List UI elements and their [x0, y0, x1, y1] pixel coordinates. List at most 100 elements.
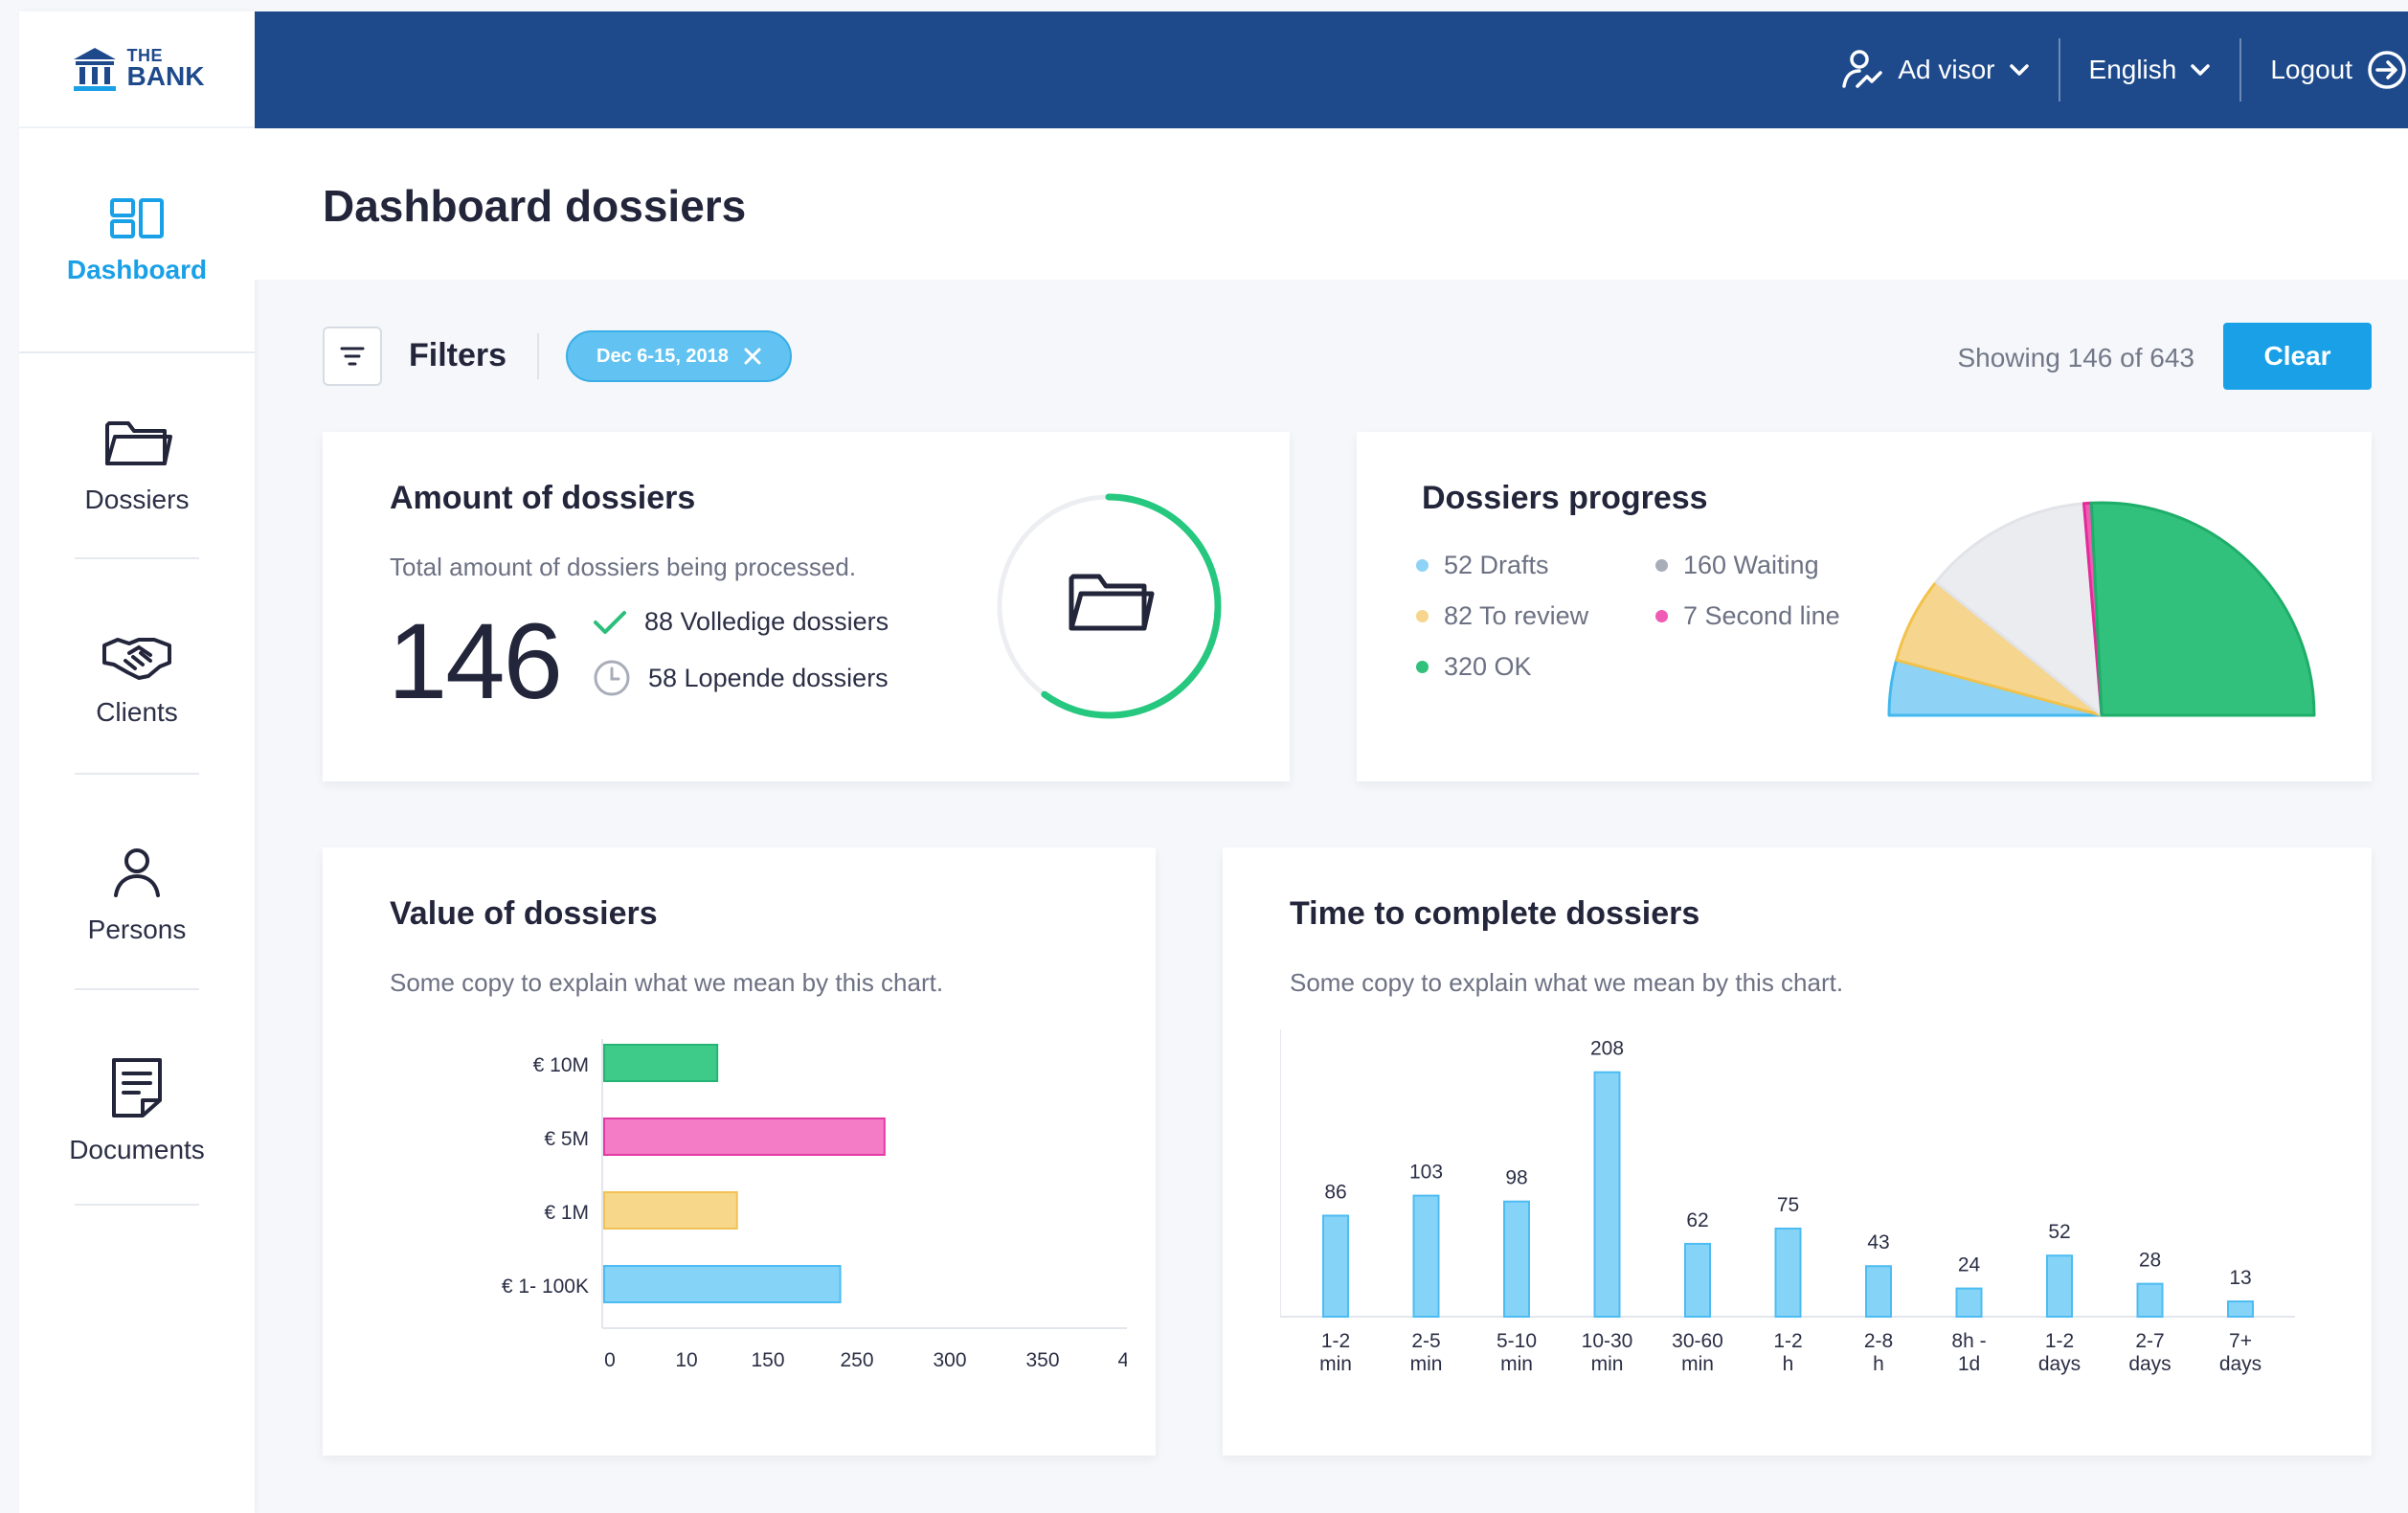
bar-value-label: 98 — [1505, 1167, 1527, 1189]
amount-card: Amount of dossiers Total amount of dossi… — [323, 432, 1290, 781]
legend-second-line: 7 Second line — [1655, 601, 1840, 631]
x-tick-label: 8h - — [1951, 1330, 1986, 1352]
user-menu[interactable]: Ad visor — [1812, 38, 2058, 102]
clock-icon — [594, 660, 630, 696]
value-card: Value of dossiers Some copy to explain w… — [323, 847, 1156, 1456]
results-count: Showing 146 of 643 — [1957, 343, 2194, 373]
x-tick-label: 350 — [1025, 1349, 1059, 1371]
complete-label: 88 Volledige dossiers — [644, 607, 889, 636]
x-tick-label: h — [1873, 1353, 1884, 1375]
x-tick-label: 30-60 — [1672, 1330, 1723, 1352]
x-tick-label: 400 — [1117, 1349, 1127, 1371]
ongoing-stat: 58 Lopende dossiers — [593, 659, 889, 697]
bank-logo[interactable]: THE BANK — [19, 11, 255, 128]
x-tick-label: days — [2219, 1353, 2262, 1375]
legend-dot — [1416, 559, 1429, 572]
bar-value-label: 62 — [1686, 1209, 1708, 1231]
progress-card: Dossiers progress 52 Drafts 160 Waiting … — [1357, 432, 2372, 781]
sidebar: THE BANK Dashboard Dossiers Clients Pers… — [19, 11, 255, 1513]
ongoing-label: 58 Lopende dossiers — [648, 663, 889, 692]
x-tick-label: min — [1681, 1353, 1714, 1375]
legend-dot — [1655, 610, 1668, 622]
bar-value-label: 24 — [1958, 1254, 1981, 1276]
sidebar-item-label: Dashboard — [66, 254, 208, 284]
x-tick-label: min — [1319, 1353, 1352, 1375]
x-tick-label: 1-2 — [1773, 1330, 1802, 1352]
language-label: English — [2088, 55, 2177, 84]
language-menu[interactable]: English — [2060, 38, 2240, 102]
top-bar: Ad visor English Logout — [255, 11, 2408, 128]
progress-title: Dossiers progress — [1422, 480, 1708, 516]
x-tick-label: min — [1500, 1353, 1533, 1375]
legend-waiting: 160 Waiting — [1655, 551, 1819, 580]
x-tick-label: min — [1410, 1353, 1443, 1375]
legend-drafts: 52 Drafts — [1416, 551, 1549, 580]
bar-value-label: 86 — [1324, 1181, 1346, 1203]
time-bar — [1955, 1287, 1983, 1318]
close-icon[interactable] — [744, 348, 761, 365]
x-tick-label: 10 — [675, 1349, 697, 1371]
sidebar-item-dossiers[interactable]: Dossiers — [19, 356, 255, 572]
legend-label: 82 To review — [1444, 601, 1589, 630]
legend-label: 160 Waiting — [1683, 551, 1819, 579]
sidebar-item-label: Documents — [69, 1134, 205, 1164]
date-filter-chip[interactable]: Dec 6-15, 2018 — [566, 330, 792, 382]
bar-value-label: 43 — [1867, 1231, 1889, 1253]
legend-to-review: 82 To review — [1416, 601, 1588, 631]
bar-value-label: 52 — [2048, 1221, 2070, 1243]
x-tick-label: 1-2 — [2045, 1330, 2074, 1352]
advisor-icon — [1842, 50, 1883, 88]
person-icon — [114, 847, 160, 897]
x-tick-label: 2-7 — [2135, 1330, 2164, 1352]
category-label: € 1- 100K — [502, 1276, 589, 1298]
x-tick-label: days — [2038, 1353, 2081, 1375]
legend-dot — [1416, 661, 1429, 673]
clear-button[interactable]: Clear — [2223, 323, 2372, 390]
complete-stat: 88 Volledige dossiers — [593, 607, 889, 637]
time-bar — [1503, 1200, 1530, 1319]
time-bar — [2046, 1254, 2073, 1319]
filter-icon — [340, 347, 365, 366]
value-bar — [603, 1265, 842, 1303]
chevron-down-icon — [2191, 64, 2211, 76]
logout-button[interactable]: Logout — [2241, 38, 2408, 102]
bar-value-label: 28 — [2139, 1250, 2161, 1272]
checkmark-icon — [594, 610, 626, 634]
time-bar — [2136, 1282, 2164, 1318]
time-bar — [1684, 1242, 1711, 1318]
time-title: Time to complete dossiers — [1290, 895, 1700, 932]
x-tick-label: min — [1591, 1353, 1624, 1375]
filter-toggle-button[interactable] — [323, 327, 382, 386]
legend-ok: 320 OK — [1416, 652, 1532, 682]
sidebar-item-documents[interactable]: Documents — [19, 1003, 255, 1218]
logout-label: Logout — [2270, 55, 2352, 84]
bar-value-label: 103 — [1409, 1162, 1443, 1184]
legend-label: 52 Drafts — [1444, 551, 1549, 579]
sidebar-item-dashboard[interactable]: Dashboard — [19, 130, 255, 353]
nav-divider — [75, 773, 199, 775]
amount-total: 146 — [388, 601, 563, 721]
x-tick-label: 5-10 — [1497, 1330, 1537, 1352]
x-tick-label: 1-2 — [1321, 1330, 1350, 1352]
sidebar-item-persons[interactable]: Persons — [19, 787, 255, 1003]
time-bar — [1322, 1214, 1349, 1318]
legend-dot — [1655, 559, 1668, 572]
filters-label: Filters — [409, 337, 507, 373]
time-bar — [1412, 1194, 1440, 1318]
handshake-icon — [102, 637, 171, 680]
bar-value-label: 208 — [1590, 1038, 1624, 1060]
time-card: Time to complete dossiers Some copy to e… — [1223, 847, 2372, 1456]
sidebar-item-clients[interactable]: Clients — [19, 572, 255, 787]
value-bar — [603, 1044, 719, 1082]
folder-icon — [105, 420, 172, 465]
dashboard-icon — [110, 197, 164, 238]
logo-text: THE BANK — [126, 47, 205, 92]
value-bar — [603, 1191, 738, 1230]
sidebar-item-label: Clients — [96, 696, 178, 727]
x-tick-label: 300 — [933, 1349, 966, 1371]
logo-line2: BANK — [126, 61, 205, 92]
x-tick-label: 7+ — [2229, 1330, 2252, 1352]
x-tick-label: h — [1783, 1353, 1794, 1375]
time-bar — [1593, 1071, 1621, 1318]
x-tick-label: 2-8 — [1864, 1330, 1893, 1352]
